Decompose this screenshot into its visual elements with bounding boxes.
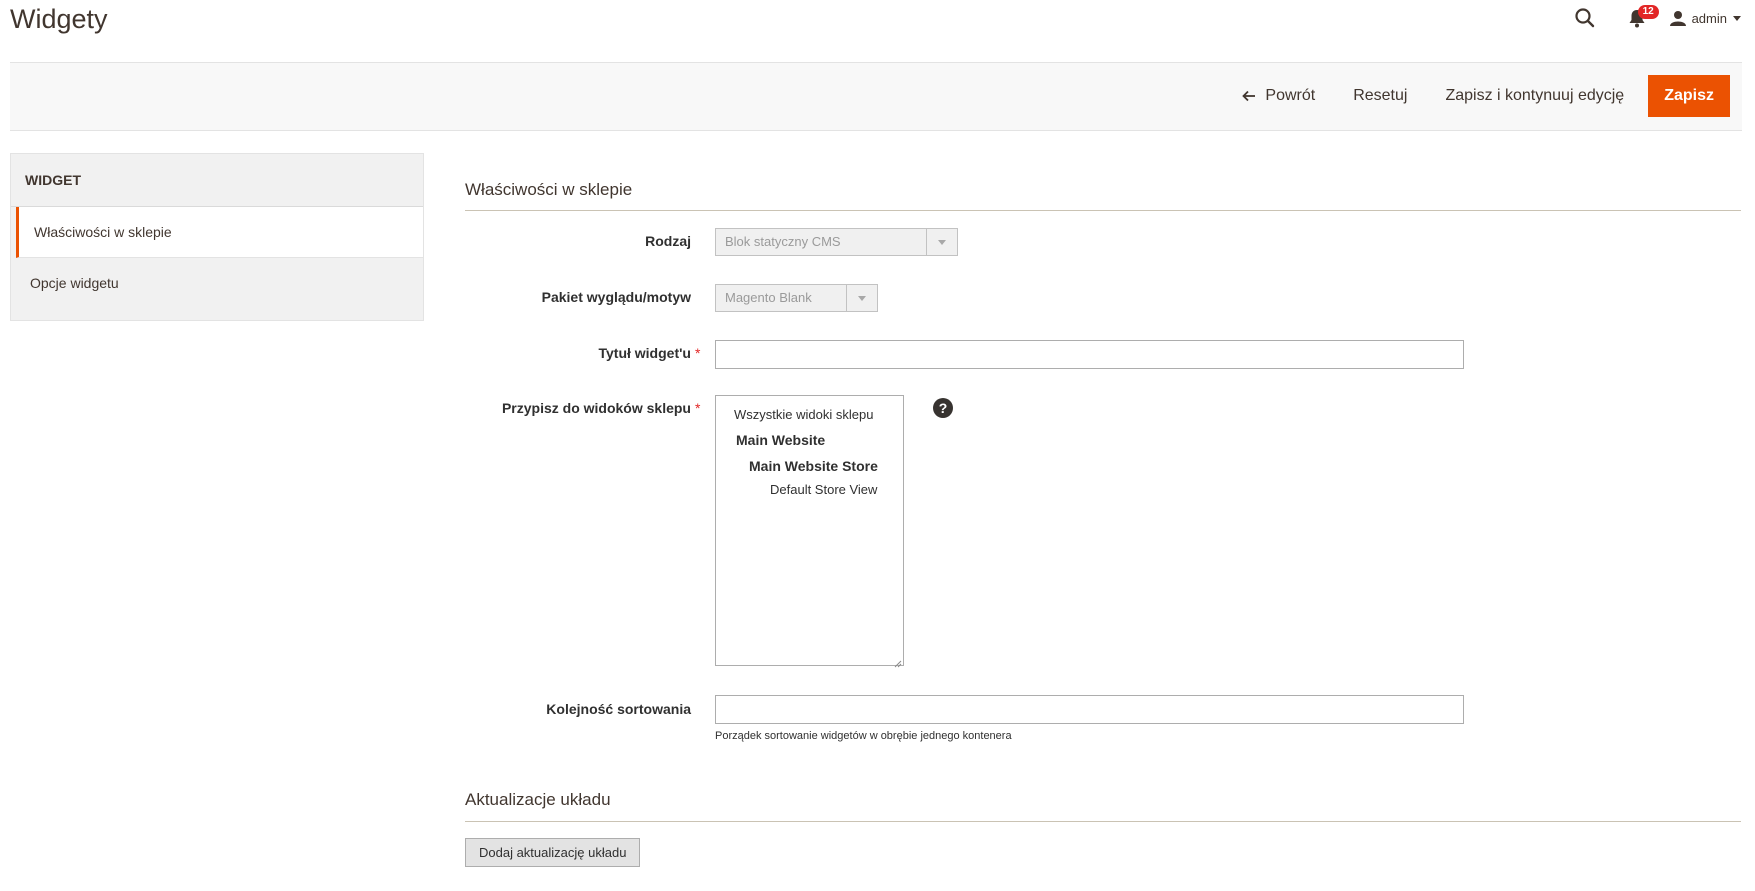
save-button[interactable]: Zapisz: [1648, 75, 1730, 117]
sort-order-input[interactable]: [715, 695, 1464, 724]
store-view-option[interactable]: Wszystkie widoki sklepu: [734, 407, 873, 422]
section-title-store-properties: Właściwości w sklepie: [465, 180, 633, 199]
chevron-down-icon: [846, 285, 877, 311]
chevron-down-icon: [1733, 15, 1741, 21]
section-divider: [465, 210, 1741, 211]
header-actions: 12 admin: [1574, 4, 1741, 32]
section-divider: [465, 821, 1741, 822]
sidebar-title: WIDGET: [11, 154, 423, 207]
type-select[interactable]: Blok statyczny CMS: [715, 228, 958, 256]
resize-grip-icon[interactable]: [894, 656, 902, 668]
required-marker: *: [695, 400, 701, 416]
store-view-option[interactable]: Main Website: [736, 432, 825, 448]
help-icon[interactable]: ?: [933, 398, 953, 418]
page-title: Widgety: [10, 4, 108, 34]
section-title-layout-updates: Aktualizacje układu: [465, 790, 611, 809]
sort-order-label: Kolejność sortowania: [546, 701, 691, 717]
add-layout-update-button[interactable]: Dodaj aktualizację układu: [465, 838, 641, 867]
chevron-down-icon: [926, 229, 957, 255]
type-label: Rodzaj: [645, 233, 691, 249]
save-and-continue-button[interactable]: Zapisz i kontynuuj edycję: [1426, 76, 1643, 116]
theme-select-value: Magento Blank: [725, 290, 812, 305]
back-button[interactable]: Powrót: [1223, 76, 1334, 116]
sort-order-note: Porządek sortowanie widgetów w obrębie j…: [715, 730, 1012, 742]
widget-title-input[interactable]: [715, 340, 1464, 369]
notifications-bell-icon[interactable]: 12: [1628, 5, 1659, 29]
reset-button[interactable]: Resetuj: [1334, 76, 1426, 116]
search-icon[interactable]: [1574, 7, 1596, 29]
store-views-multiselect[interactable]: Wszystkie widoki sklepu Main Website Mai…: [715, 395, 904, 668]
theme-select[interactable]: Magento Blank: [715, 284, 878, 312]
required-marker: *: [695, 345, 701, 361]
widget-title-label: Tytuł widget'u: [598, 345, 691, 361]
store-views-label: Przypisz do widoków sklepu: [501, 400, 691, 416]
store-view-option[interactable]: Main Website Store: [749, 458, 878, 474]
user-name: admin: [1691, 10, 1727, 26]
theme-label: Pakiet wyglądu/motyw: [541, 289, 691, 305]
user-icon: [1669, 10, 1686, 26]
back-button-label: Powrót: [1265, 87, 1316, 104]
type-select-value: Blok statyczny CMS: [725, 234, 841, 249]
page-actions-bar: Powrót Resetuj Zapisz i kontynuuj edycję…: [10, 62, 1742, 131]
tab-widget-options[interactable]: Opcje widgetu: [11, 258, 423, 308]
store-view-option[interactable]: Default Store View: [770, 482, 877, 497]
page-actions: Powrót Resetuj Zapisz i kontynuuj edycję…: [1223, 75, 1730, 117]
arrow-left-icon: [1242, 90, 1256, 102]
user-menu[interactable]: admin: [1669, 10, 1741, 26]
notifications-badge: 12: [1637, 5, 1659, 19]
tab-store-properties[interactable]: Właściwości w sklepie: [16, 207, 423, 258]
sidebar: WIDGET Właściwości w sklepie Opcje widge…: [10, 153, 424, 321]
